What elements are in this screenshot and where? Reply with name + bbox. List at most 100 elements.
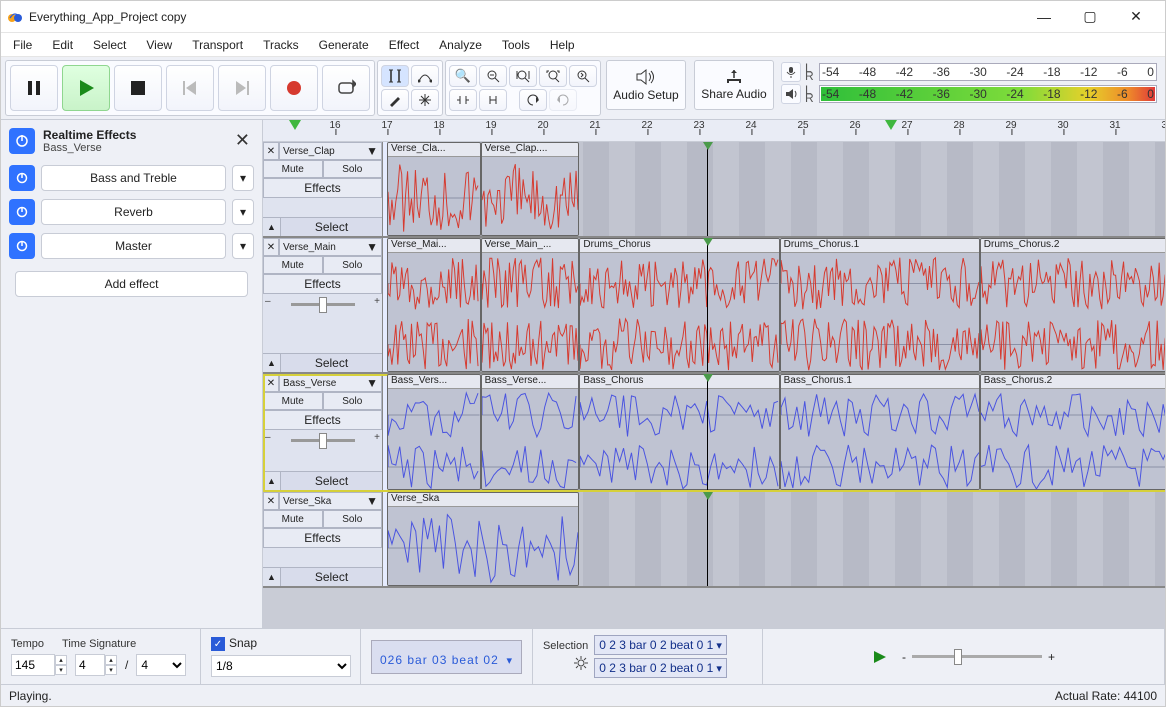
clip-label[interactable]: Bass_Chorus [580,375,778,389]
fx-slot-menu-2[interactable]: ▾ [232,233,254,259]
track-close[interactable]: ✕ [263,492,279,510]
track-solo[interactable]: Solo [323,256,383,274]
track-collapse[interactable]: ▲ [263,354,281,372]
multi-tool-button[interactable] [411,89,439,111]
track-mute[interactable]: Mute [263,510,323,528]
snap-select[interactable]: 1/8 [211,655,351,677]
loop-button[interactable] [322,65,370,111]
track-mute[interactable]: Mute [263,256,323,274]
track-name[interactable]: Verse_Ska ▼ [279,492,382,510]
tracks-scroll[interactable]: ✕Verse_Clap ▼ MuteSolo Effects▲Select00V… [263,142,1165,628]
track-effects[interactable]: Effects [263,178,382,198]
window-close-button[interactable]: ✕ [1113,3,1159,31]
add-effect-button[interactable]: Add effect [15,271,248,297]
fx-slot-menu-1[interactable]: ▾ [232,199,254,225]
zoom-out-button[interactable] [479,65,507,87]
track-effects[interactable]: Effects [263,528,382,548]
track-name[interactable]: Verse_Main ▼ [279,238,382,256]
menu-help[interactable]: Help [540,33,585,56]
playback-meter[interactable]: -54-48-42-36-30-24-18-12-60 [819,85,1157,103]
track-mute[interactable]: Mute [263,160,323,178]
window-minimize-button[interactable]: ― [1021,3,1067,31]
clip-label[interactable]: Verse_Mai... [388,239,480,253]
window-maximize-button[interactable]: ▢ [1067,3,1113,31]
clip[interactable]: Verse_Mai... [387,238,481,372]
clip[interactable]: Drums_Chorus [579,238,779,372]
selection-start[interactable]: 0 2 3 bar 0 2 beat 0 1 ▾ [594,635,727,655]
menu-analyze[interactable]: Analyze [429,33,492,56]
track-solo[interactable]: Solo [323,160,383,178]
track-close[interactable]: ✕ [263,142,279,160]
clip[interactable]: Verse_Clap.... [481,142,580,236]
clip-label[interactable]: Drums_Chorus.2 [981,239,1165,253]
stop-button[interactable] [114,65,162,111]
record-meter[interactable]: -54-48-42-36-30-24-18-12-60 [819,63,1157,81]
fx-slot-1[interactable]: Reverb [41,199,226,225]
track-solo[interactable]: Solo [323,510,383,528]
fx-power-0[interactable] [9,165,35,191]
clip-label[interactable]: Verse_Cla... [388,143,480,157]
playback-speed-slider[interactable]: - + [902,650,1055,664]
fx-power-2[interactable] [9,233,35,259]
clip-label[interactable]: Bass_Vers... [388,375,480,389]
ts-num-up[interactable]: ▴ [105,655,117,665]
play-speaker-icon[interactable] [781,84,801,104]
undo-button[interactable] [519,89,547,111]
clip[interactable]: Bass_Verse... [481,374,580,490]
trim-out-button[interactable] [449,89,477,111]
track-lane[interactable]: Bass_Vers...Bass_Verse...Bass_ChorusBass… [401,374,1165,490]
track-gain-slider[interactable]: –+ [263,430,382,450]
fx-slot-2[interactable]: Master [41,233,226,259]
fx-slot-menu-0[interactable]: ▾ [232,165,254,191]
tempo-input[interactable] [11,654,55,676]
pause-button[interactable] [10,65,58,111]
ts-num-down[interactable]: ▾ [105,665,117,675]
audio-setup-button[interactable]: Audio Setup [606,60,686,110]
record-button[interactable] [270,65,318,111]
zoom-fit-sel-button[interactable] [509,65,537,87]
zoom-toggle-button[interactable] [569,65,597,87]
clip-label[interactable]: Bass_Verse... [482,375,579,389]
gear-icon[interactable] [574,656,588,670]
track-select[interactable]: Select [281,354,382,372]
track-select[interactable]: Select [281,568,382,586]
ts-den-select[interactable]: 4 [136,654,186,676]
fx-slot-0[interactable]: Bass and Treble [41,165,226,191]
clip-label[interactable]: Verse_Clap.... [482,143,579,157]
track-mute[interactable]: Mute [263,392,323,410]
track-solo[interactable]: Solo [323,392,383,410]
clip-label[interactable]: Bass_Chorus.2 [981,375,1165,389]
skip-start-button[interactable] [166,65,214,111]
track-collapse[interactable]: ▲ [263,218,281,236]
draw-tool-button[interactable] [381,89,409,111]
clip[interactable]: Drums_Chorus.1 [780,238,980,372]
selection-end[interactable]: 0 2 3 bar 0 2 beat 0 1 ▾ [594,658,727,678]
track-lane[interactable]: Verse_Ska [401,492,1165,586]
clip[interactable]: Verse_Main_... [481,238,580,372]
menu-effect[interactable]: Effect [379,33,429,56]
snap-checkbox[interactable]: ✓ [211,637,225,651]
track-collapse[interactable]: ▲ [263,472,281,490]
clip[interactable]: Bass_Vers... [387,374,481,490]
menu-generate[interactable]: Generate [309,33,379,56]
fx-panel-close-button[interactable]: ✕ [231,126,254,155]
track-gain-slider[interactable]: –+ [263,294,382,314]
track-name[interactable]: Bass_Verse ▼ [279,374,382,392]
clip[interactable]: Drums_Chorus.2 [980,238,1165,372]
track-select[interactable]: Select [281,472,382,490]
mic-icon[interactable] [781,62,801,82]
tempo-up[interactable]: ▴ [55,655,67,665]
clip-label[interactable]: Verse_Main_... [482,239,579,253]
track-lane[interactable]: Verse_Cla...Verse_Clap.... [401,142,1165,236]
track-close[interactable]: ✕ [263,238,279,256]
tempo-down[interactable]: ▾ [55,665,67,675]
clip[interactable]: Bass_Chorus.2 [980,374,1165,490]
zoom-fit-button[interactable] [539,65,567,87]
loop-start-marker[interactable] [289,120,301,130]
silence-button[interactable] [479,89,507,111]
track-effects[interactable]: Effects [263,274,382,294]
share-audio-button[interactable]: Share Audio [694,60,774,110]
fx-power-icon[interactable] [9,128,35,154]
menu-transport[interactable]: Transport [182,33,253,56]
redo-button[interactable] [549,89,577,111]
